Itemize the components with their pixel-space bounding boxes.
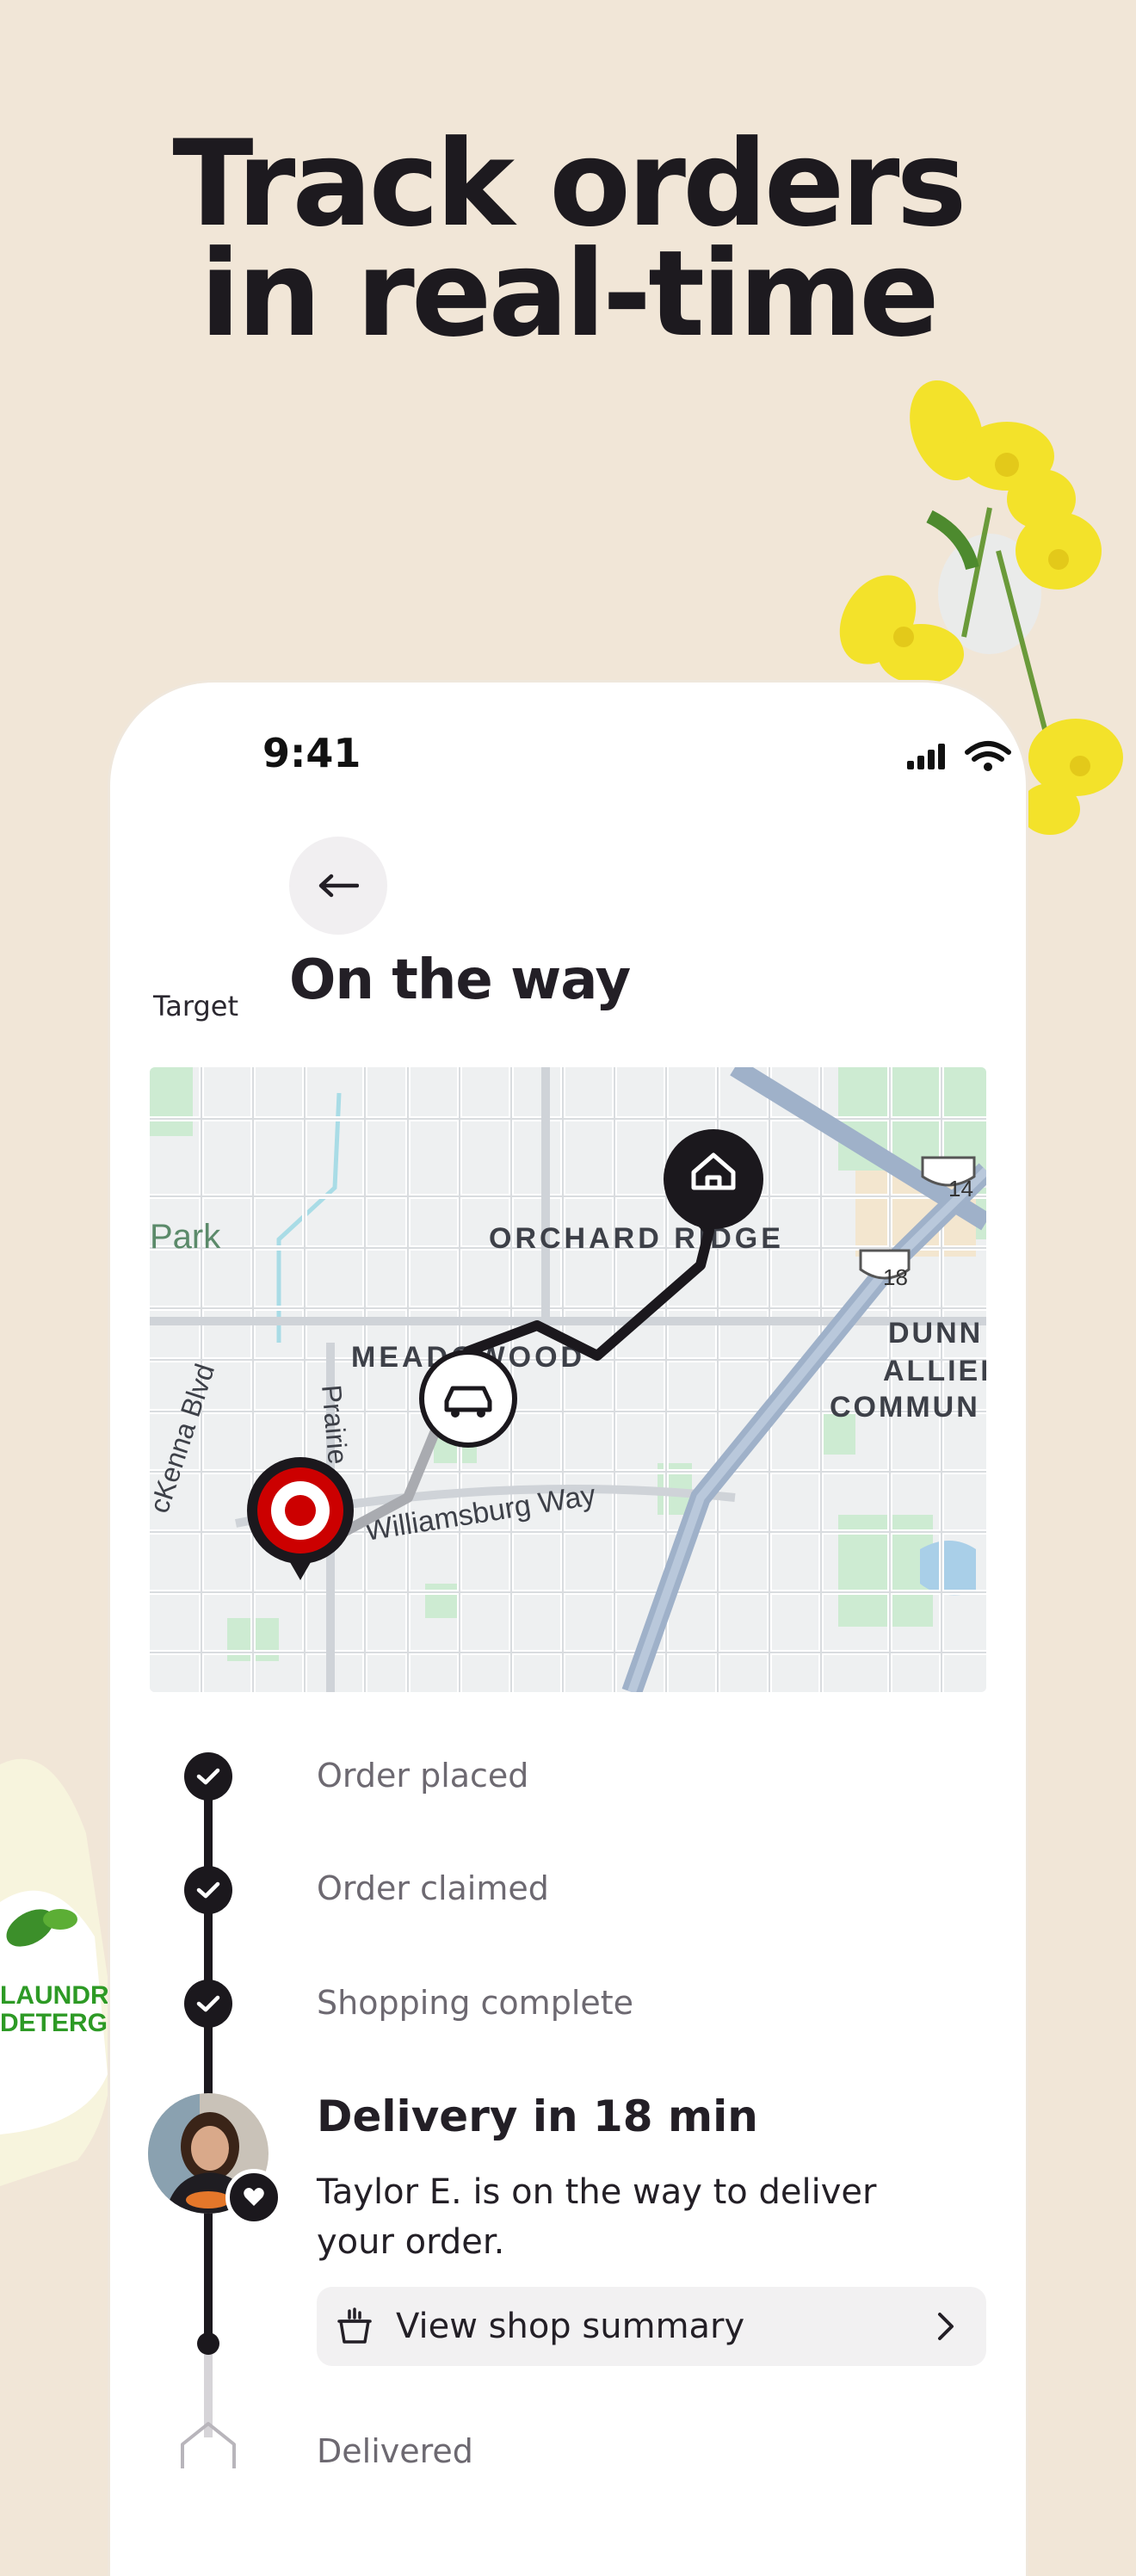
step-check-icon <box>184 1980 232 2028</box>
favorite-shopper-badge[interactable] <box>225 2169 282 2226</box>
delivery-status-text: Taylor E. is on the way to deliver your … <box>317 2172 877 2262</box>
step-order-placed: Order placed <box>317 1757 529 1795</box>
page-title: On the way <box>289 948 631 1012</box>
map-label-park: Park <box>150 1218 221 1256</box>
map-label-dunn: DUNN <box>888 1317 983 1350</box>
car-marker <box>419 1350 517 1448</box>
home-marker <box>664 1129 763 1229</box>
tracking-map[interactable]: 14 18 Park ORCHARD RIDGE MEADOWOOD DUNN … <box>150 1067 986 1692</box>
signal-icon <box>907 744 945 769</box>
svg-text:LAUNDRY: LAUNDRY <box>0 1981 120 2010</box>
map-label-dunn-3: COMMUN <box>830 1391 980 1424</box>
map-label-orchard-ridge: ORCHARD RIDGE <box>489 1222 784 1255</box>
headline-line-1: Track orders <box>172 114 966 253</box>
marketing-headline: Track orders in real-time <box>0 114 1136 363</box>
delivered-home-icon <box>181 2422 236 2468</box>
heart-icon <box>244 2188 264 2206</box>
headline-line-2: in real-time <box>200 225 940 363</box>
shopping-bag-icon <box>337 2307 372 2344</box>
status-icons <box>907 741 1011 771</box>
step-check-icon <box>184 1866 232 1914</box>
map-label-dunn-2: ALLIEI <box>883 1355 986 1387</box>
step-shopping-complete: Shopping complete <box>317 1984 634 2022</box>
detergent-bottle-decoration: LAUNDRY DETERGE <box>0 1758 120 2186</box>
arrow-left-icon <box>318 874 359 898</box>
route-18-label: 18 <box>883 1264 908 1290</box>
map-canvas: 14 18 Park ORCHARD RIDGE MEADOWOOD DUNN … <box>150 1067 986 1692</box>
status-time: 9:41 <box>262 730 361 776</box>
step-delivered: Delivered <box>317 2432 473 2470</box>
step-order-claimed: Order claimed <box>317 1869 549 1907</box>
delivery-eta: Delivery in 18 min <box>317 2091 758 2141</box>
view-shop-summary-label: View shop summary <box>396 2307 745 2346</box>
step-check-icon <box>184 1752 232 1801</box>
back-button[interactable] <box>289 837 387 935</box>
chevron-right-icon <box>938 2313 954 2340</box>
current-step-dot <box>197 2332 219 2355</box>
route-14-label: 14 <box>948 1176 973 1202</box>
view-shop-summary-button[interactable]: View shop summary <box>317 2287 986 2366</box>
store-label: Target <box>153 990 238 1022</box>
svg-text:DETERGE: DETERGE <box>0 2009 120 2037</box>
wifi-icon <box>965 741 1011 762</box>
timeline-progress-line <box>204 1775 213 2343</box>
